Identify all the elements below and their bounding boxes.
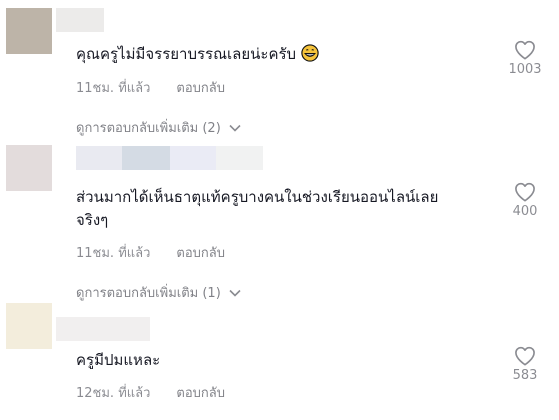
like-button[interactable]: 400 <box>505 182 545 219</box>
view-more-label: ดูการตอบกลับเพิ่มเติม (2) <box>76 121 221 136</box>
reply-button[interactable]: ตอบกลับ <box>176 77 225 98</box>
like-count: 1003 <box>508 62 542 77</box>
comment-time: 11ชม. ที่แล้ว <box>76 81 151 96</box>
comment-text: ส่วนมากได้เห็นธาตุแท้ครูบางคนในช่วงเรียน… <box>76 188 439 229</box>
comment-text: ครูมีปมแหละ <box>76 351 161 369</box>
reply-button[interactable]: ตอบกลับ <box>176 382 225 403</box>
avatar[interactable] <box>6 8 52 54</box>
username-blurred[interactable] <box>76 146 263 170</box>
view-more-replies[interactable]: ดูการตอบกลับเพิ่มเติม (1) <box>76 282 241 303</box>
heart-icon <box>515 182 535 202</box>
comment-text: คุณครูไม่มีจรรยาบรรณเลยน่ะครับ <box>76 43 476 66</box>
grinning-face-icon <box>301 44 319 62</box>
username-blurred[interactable] <box>56 317 150 341</box>
like-count: 400 <box>512 204 538 219</box>
reply-button[interactable]: ตอบกลับ <box>176 242 225 263</box>
like-count: 583 <box>512 368 538 383</box>
chevron-down-icon <box>229 289 241 297</box>
heart-icon <box>515 346 535 366</box>
avatar[interactable] <box>6 145 52 191</box>
heart-icon <box>515 40 535 60</box>
view-more-label: ดูการตอบกลับเพิ่มเติม (1) <box>76 286 221 301</box>
like-button[interactable]: 1003 <box>505 40 545 77</box>
comment-time: 12ชม. ที่แล้ว <box>76 386 151 401</box>
username-blurred[interactable] <box>56 8 104 32</box>
like-button[interactable]: 583 <box>505 346 545 383</box>
avatar[interactable] <box>6 303 52 349</box>
view-more-replies[interactable]: ดูการตอบกลับเพิ่มเติม (2) <box>76 117 241 138</box>
comment-time: 11ชม. ที่แล้ว <box>76 246 151 261</box>
chevron-down-icon <box>229 124 241 132</box>
